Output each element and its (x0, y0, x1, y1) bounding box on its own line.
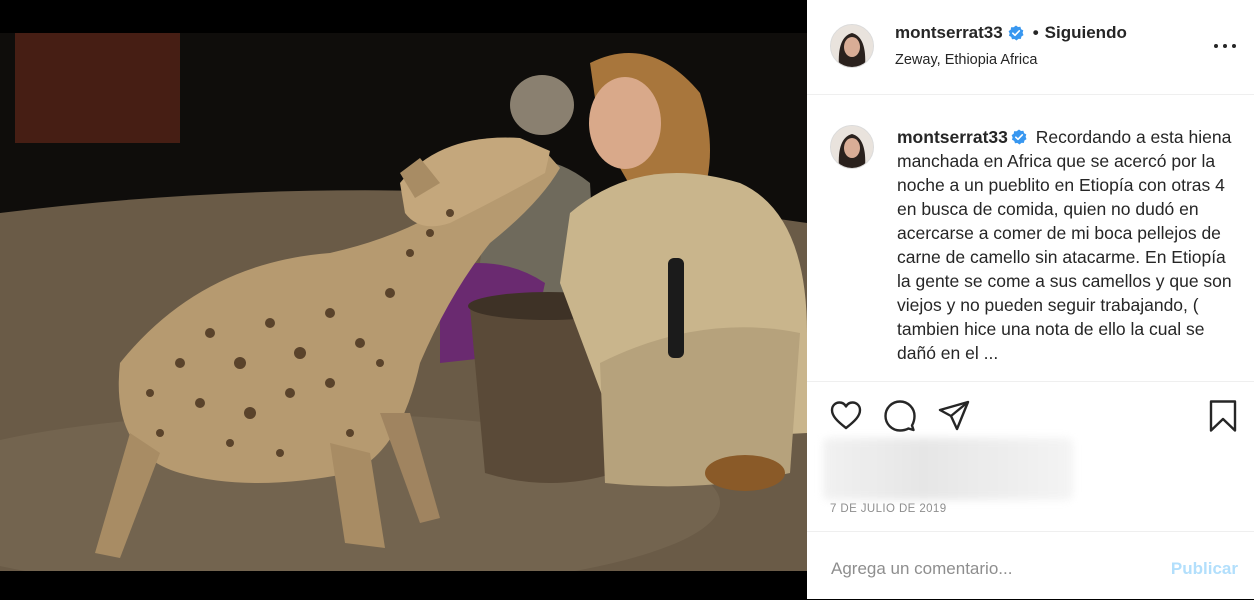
caption-text: montserrat33 Recordando a esta hiena man… (897, 125, 1242, 365)
post-photo[interactable] (0, 33, 807, 571)
post-side-panel: montserrat33 • Siguiendo Zeway, Ethiopia… (807, 0, 1254, 599)
post-media-panel (0, 0, 807, 599)
caption-body: Recordando a esta hiena manchada en Afri… (897, 127, 1232, 363)
username-link[interactable]: montserrat33 (895, 23, 1003, 43)
publish-button[interactable]: Publicar (1171, 559, 1238, 579)
more-dot (1232, 44, 1236, 48)
avatar[interactable] (830, 24, 874, 68)
avatar-image (831, 126, 873, 168)
comment-bubble-icon[interactable] (883, 399, 917, 433)
bookmark-icon[interactable] (1206, 399, 1240, 433)
comment-input[interactable] (829, 556, 1133, 582)
post-header: montserrat33 • Siguiendo Zeway, Ethiopia… (807, 0, 1254, 95)
caption-avatar[interactable] (830, 125, 874, 169)
comment-box: Publicar (807, 531, 1254, 600)
post-actions: 7 DE JULIO DE 2019 (807, 381, 1254, 532)
caption-area: montserrat33 Recordando a esta hiena man… (807, 95, 1254, 380)
more-options-icon[interactable] (1214, 36, 1236, 56)
more-dot (1223, 44, 1227, 48)
caption-username-link[interactable]: montserrat33 (897, 127, 1008, 147)
location-link[interactable]: Zeway, Ethiopia Africa (895, 52, 1037, 68)
post-date: 7 DE JULIO DE 2019 (830, 503, 947, 515)
following-button[interactable]: Siguiendo (1045, 23, 1127, 43)
paper-plane-icon[interactable] (937, 399, 971, 433)
separator-dot: • (1032, 23, 1039, 42)
photo-illustration (0, 33, 807, 571)
blurred-likes-summary (823, 438, 1073, 500)
header-user-line: montserrat33 • Siguiendo (895, 23, 1127, 43)
verified-badge-icon (1011, 129, 1027, 145)
avatar-image (831, 25, 873, 67)
more-dot (1214, 44, 1218, 48)
heart-icon[interactable] (829, 399, 863, 433)
verified-badge-icon (1008, 25, 1024, 41)
